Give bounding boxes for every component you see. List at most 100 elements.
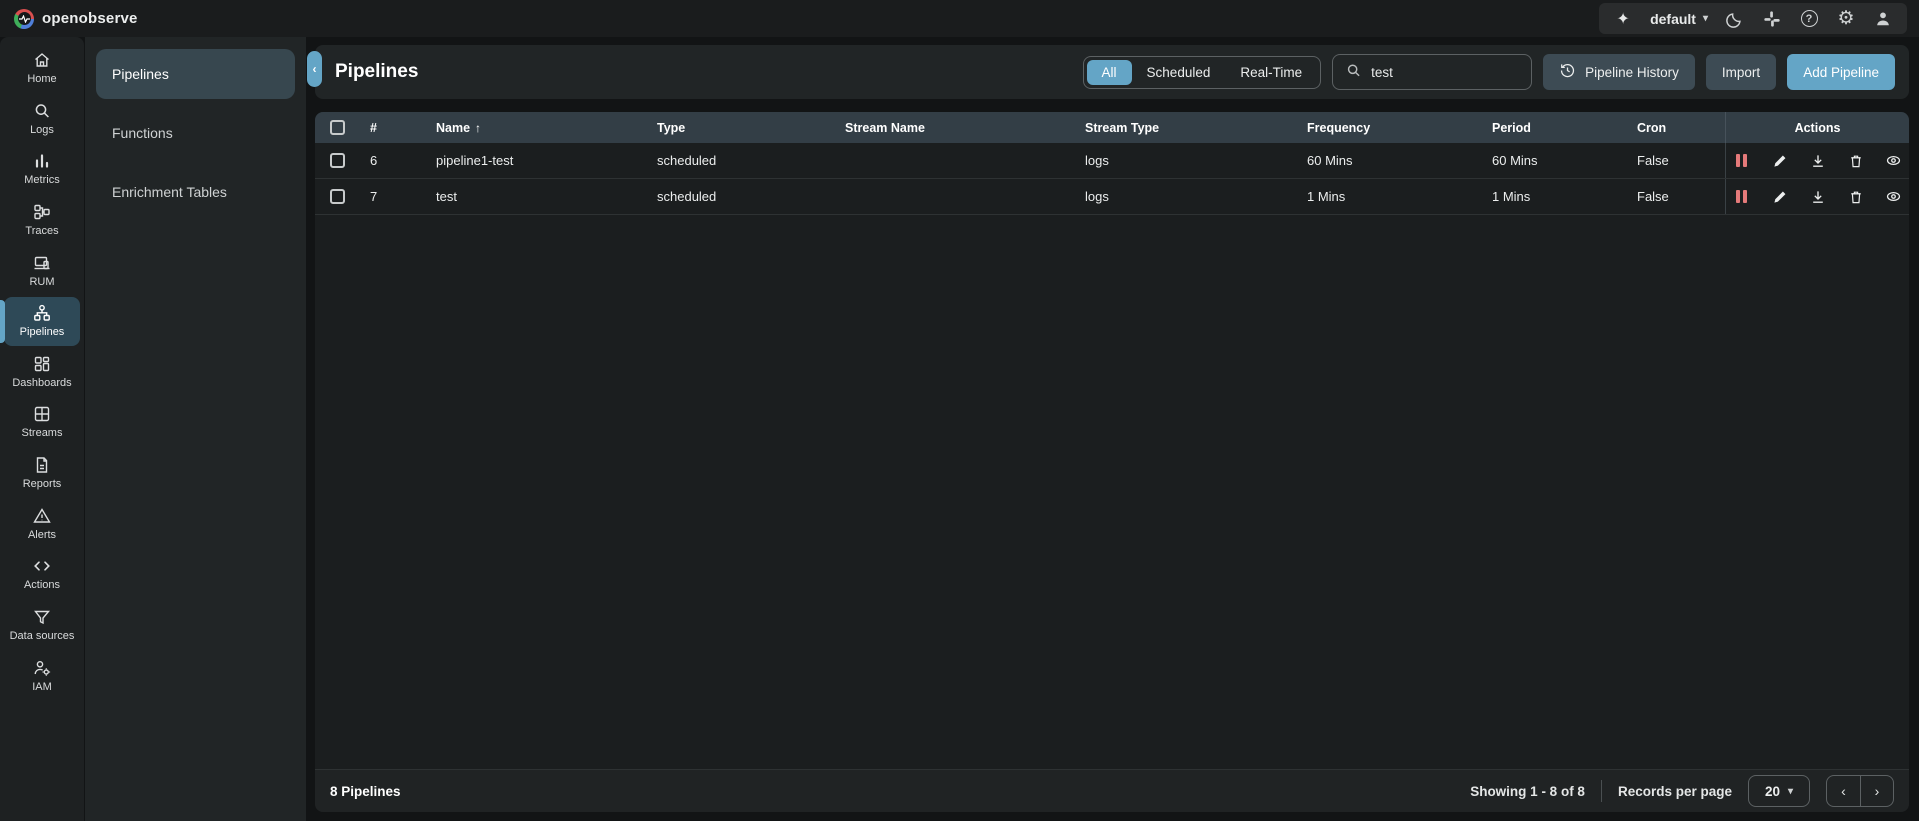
pause-icon[interactable] [1733,188,1751,206]
col-period[interactable]: Period [1480,121,1625,135]
sort-asc-icon: ↑ [475,120,482,135]
total-count: 8 Pipelines [330,783,401,799]
profile-icon[interactable] [1873,9,1893,29]
subnav-item-pipelines[interactable]: Pipelines [96,49,295,99]
col-name[interactable]: Name ↑ [421,121,643,135]
pipeline-tree-icon [32,303,52,323]
add-pipeline-button[interactable]: Add Pipeline [1787,54,1895,90]
table-header-row: # Name ↑ Type Stream Name Stream Type Fr… [315,112,1909,143]
bar-chart-icon [32,151,52,171]
sidebar-item-dashboards[interactable]: Dashboards [4,348,80,397]
select-all-checkbox[interactable] [330,120,345,135]
search-box[interactable] [1332,54,1533,90]
home-icon [32,50,52,70]
col-number[interactable]: # [359,121,421,135]
org-selector[interactable]: default ▾ [1650,11,1708,27]
download-icon[interactable] [1809,188,1827,206]
pipelines-table: # Name ↑ Type Stream Name Stream Type Fr… [315,112,1909,812]
col-frequency[interactable]: Frequency [1295,121,1480,135]
sidebar-item-pipelines[interactable]: Pipelines [0,297,80,346]
sidebar-item-logs[interactable]: Logs [4,95,80,144]
col-actions: Actions [1725,112,1909,143]
monitor-icon [32,253,52,273]
records-per-page-label: Records per page [1617,783,1732,799]
edit-icon[interactable] [1771,188,1789,206]
page-title: Pipelines [335,61,419,82]
warning-triangle-icon [32,506,52,526]
chevron-down-icon: ▾ [1702,13,1708,24]
top-bar: openobserve ✦ default ▾ ? ⚙ [0,0,1919,37]
sidebar-item-reports[interactable]: Reports [4,449,80,498]
page-header: Pipelines All Scheduled Real-Time test P… [315,45,1909,99]
pagination: ‹ › [1826,775,1894,807]
delete-icon[interactable] [1847,188,1865,206]
col-stream-type[interactable]: Stream Type [1073,121,1295,135]
sidebar-item-streams[interactable]: Streams [4,398,80,447]
col-cron[interactable]: Cron [1625,121,1725,135]
page-size-select[interactable]: 20 ▾ [1748,775,1810,807]
search-input[interactable] [1371,64,1502,80]
brand: openobserve [14,8,138,29]
pause-icon[interactable] [1733,152,1751,170]
view-icon[interactable] [1885,152,1903,170]
document-icon [32,455,52,475]
pipeline-name: pipeline1-test [436,153,514,168]
openobserve-logo-icon [14,8,34,29]
chevron-down-icon: ▾ [1788,785,1794,797]
secondary-sidebar: Pipelines Functions Enrichment Tables [85,37,306,821]
sidebar-item-iam[interactable]: IAM [4,652,80,701]
row-checkbox[interactable] [330,189,345,204]
view-icon[interactable] [1885,188,1903,206]
table-footer: 8 Pipelines Showing 1 - 8 of 8 Records p… [315,769,1909,812]
brand-name: openobserve [42,10,138,27]
sidebar-item-rum[interactable]: RUM [4,247,80,296]
funnel-icon [32,607,52,627]
prev-page-button[interactable]: ‹ [1827,776,1860,806]
sidebar-item-alerts[interactable]: Alerts [4,500,80,549]
edit-icon[interactable] [1771,152,1789,170]
footer-divider [1600,780,1602,802]
col-stream-name[interactable]: Stream Name [833,121,1073,135]
traces-icon [32,202,52,222]
table-row[interactable]: 6 pipeline1-test scheduled logs 60 Mins … [315,143,1909,179]
topbar-actions: ✦ default ▾ ? ⚙ [1599,3,1907,34]
pipeline-name: test [436,189,457,204]
showing-range: Showing 1 - 8 of 8 [1470,783,1585,799]
streams-table-icon [32,404,52,424]
main-content: ‹ Pipelines All Scheduled Real-Time test… [307,45,1909,812]
import-button[interactable]: Import [1705,54,1777,90]
gear-icon[interactable]: ⚙ [1836,9,1856,29]
sidebar-item-actions[interactable]: Actions [4,550,80,599]
help-icon[interactable]: ? [1799,9,1819,29]
sidebar-item-home[interactable]: Home [4,44,80,93]
code-brackets-icon [32,556,52,576]
history-clock-icon [1559,62,1576,82]
search-icon [1345,62,1362,82]
org-selector-value: default [1650,10,1696,27]
moon-icon[interactable] [1725,9,1745,29]
delete-icon[interactable] [1847,152,1865,170]
download-icon[interactable] [1809,152,1827,170]
next-page-button[interactable]: › [1860,776,1893,806]
tab-all[interactable]: All [1086,59,1132,85]
row-checkbox[interactable] [330,153,345,168]
primary-sidebar: Home Logs Metrics Traces RUM Pipelines D… [0,37,84,821]
user-gear-icon [32,658,52,678]
tab-real-time[interactable]: Real-Time [1225,60,1317,85]
pipeline-history-button[interactable]: Pipeline History [1543,54,1695,90]
table-row[interactable]: 7 test scheduled logs 1 Mins 1 Mins Fals… [315,179,1909,215]
sidebar-item-metrics[interactable]: Metrics [4,145,80,194]
subnav-item-enrichment-tables[interactable]: Enrichment Tables [96,167,295,217]
sidebar-item-traces[interactable]: Traces [4,196,80,245]
dashboards-grid-icon [32,354,52,374]
table-empty-area [315,215,1909,769]
slack-icon[interactable] [1762,9,1782,29]
sparkle-icon[interactable]: ✦ [1613,9,1633,29]
sidebar-item-data-sources[interactable]: Data sources [4,601,80,650]
filter-tab-group: All Scheduled Real-Time [1082,55,1322,89]
tab-scheduled[interactable]: Scheduled [1132,60,1226,85]
collapse-sidebar-button[interactable]: ‹ [307,51,322,87]
subnav-item-functions[interactable]: Functions [96,108,295,158]
col-type[interactable]: Type [643,121,833,135]
search-icon [32,101,52,121]
